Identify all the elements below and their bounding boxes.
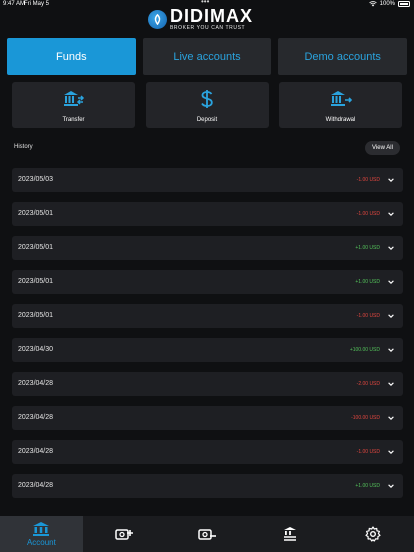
history-row-amount: +1.00 USD xyxy=(355,483,380,489)
history-row-amount: -100.00 USD xyxy=(351,415,380,421)
status-time: 9:47 AM xyxy=(3,1,26,7)
chevron-down-icon[interactable] xyxy=(387,210,395,218)
history-row-amount: +100.00 USD xyxy=(349,347,380,353)
deposit-icon xyxy=(115,526,134,542)
history-row[interactable]: 2023/04/28 -100.00 USD xyxy=(12,406,403,430)
view-all-button[interactable]: View All xyxy=(365,141,400,155)
brand-tagline: BROKER YOU CAN TRUST xyxy=(170,25,246,31)
history-row-amount: -1.00 USD xyxy=(356,177,380,183)
history-list: 2023/05/03 -1.00 USD 2023/05/01 -1.00 USD 20… xyxy=(12,168,403,508)
dollar-icon xyxy=(195,89,219,109)
battery-percent: 100% xyxy=(379,1,395,7)
chevron-down-icon[interactable] xyxy=(387,312,395,320)
history-row-date: 2023/05/01 xyxy=(18,312,54,319)
settings-icon xyxy=(364,526,382,542)
chevron-down-icon[interactable] xyxy=(387,380,395,388)
history-row[interactable]: 2023/04/28 -1.00 USD xyxy=(12,440,403,464)
bottom-tab-bar: Account xyxy=(0,516,414,552)
history-row-amount: +1.00 USD xyxy=(355,245,380,251)
history-row[interactable]: 2023/04/28 +1.00 USD xyxy=(12,474,403,498)
history-row-amount: -2.00 USD xyxy=(356,381,380,387)
chevron-down-icon[interactable] xyxy=(387,244,395,252)
history-row-date: 2023/05/03 xyxy=(18,176,54,183)
history-row-date: 2023/04/28 xyxy=(18,482,54,489)
withdraw-icon xyxy=(198,526,216,542)
chevron-down-icon[interactable] xyxy=(387,346,395,354)
bank-transfer-icon xyxy=(62,89,86,109)
history-row[interactable]: 2023/05/01 -1.00 USD xyxy=(12,202,403,226)
withdrawal-button[interactable]: Withdrawal xyxy=(279,82,402,128)
history-row[interactable]: 2023/05/01 +1.00 USD xyxy=(12,270,403,294)
history-row[interactable]: 2023/05/01 -1.00 USD xyxy=(12,304,403,328)
tab-funds[interactable]: Funds xyxy=(7,38,136,75)
history-row[interactable]: 2023/04/28 -2.00 USD xyxy=(12,372,403,396)
tabbar-transfer[interactable] xyxy=(248,516,331,552)
tab-demo-accounts[interactable]: Demo accounts xyxy=(278,38,408,75)
history-row-amount: -1.00 USD xyxy=(356,449,380,455)
chevron-down-icon[interactable] xyxy=(387,278,395,286)
battery-icon xyxy=(398,1,410,7)
bank-withdrawal-icon xyxy=(329,89,353,109)
logo-mark-icon xyxy=(148,9,167,29)
tabbar-account-label: Account xyxy=(26,538,56,547)
history-row-amount: -1.00 USD xyxy=(356,211,380,217)
tabbar-withdraw[interactable] xyxy=(166,516,249,552)
tabbar-deposit[interactable] xyxy=(83,516,166,552)
transfer-label: Transfer xyxy=(62,117,85,123)
chevron-down-icon[interactable] xyxy=(387,176,395,184)
wifi-icon xyxy=(368,1,377,7)
history-row-date: 2023/04/28 xyxy=(18,380,54,387)
history-row-date: 2023/04/28 xyxy=(18,414,54,421)
history-row-date: 2023/05/01 xyxy=(18,278,54,285)
chevron-down-icon[interactable] xyxy=(387,482,395,490)
history-row[interactable]: 2023/05/01 +1.00 USD xyxy=(12,236,403,260)
fund-actions: Transfer Deposit Withdrawal xyxy=(12,82,402,128)
chevron-down-icon[interactable] xyxy=(387,414,395,422)
transfer-button[interactable]: Transfer xyxy=(12,82,135,128)
account-tabs: Funds Live accounts Demo accounts xyxy=(7,38,408,75)
deposit-button[interactable]: Deposit xyxy=(145,82,269,128)
history-row-amount: +1.00 USD xyxy=(355,279,380,285)
tabbar-account[interactable]: Account xyxy=(0,516,83,552)
account-icon xyxy=(32,521,50,537)
deposit-label: Deposit xyxy=(196,117,218,123)
history-row[interactable]: 2023/05/03 -1.00 USD xyxy=(12,168,403,192)
withdrawal-label: Withdrawal xyxy=(325,117,356,123)
transfer-icon xyxy=(281,526,299,542)
history-row-date: 2023/05/01 xyxy=(18,210,54,217)
history-header: History View All xyxy=(14,141,400,155)
status-right: 100% xyxy=(368,1,410,7)
history-title: History xyxy=(14,144,33,150)
status-date: Fri May 5 xyxy=(24,1,50,7)
tabbar-settings[interactable] xyxy=(331,516,414,552)
history-row-amount: -1.00 USD xyxy=(356,313,380,319)
history-row[interactable]: 2023/04/30 +100.00 USD xyxy=(12,338,403,362)
history-row-date: 2023/04/28 xyxy=(18,448,54,455)
brand-name: DIDIMAX xyxy=(170,6,253,26)
history-row-date: 2023/04/30 xyxy=(18,346,54,353)
brand-logo: DIDIMAX BROKER YOU CAN TRUST xyxy=(148,6,268,31)
tab-live-accounts[interactable]: Live accounts xyxy=(142,38,272,75)
chevron-down-icon[interactable] xyxy=(387,448,395,456)
history-row-date: 2023/05/01 xyxy=(18,244,54,251)
